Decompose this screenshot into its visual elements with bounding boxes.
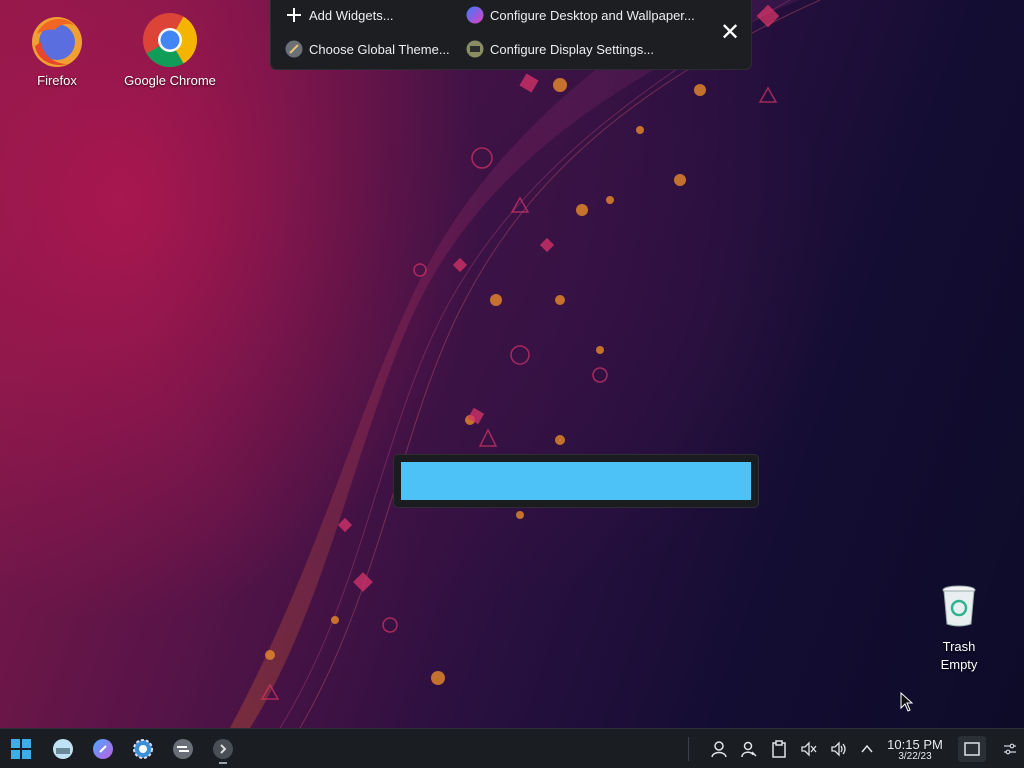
- clipboard-button[interactable]: [767, 737, 791, 761]
- clipboard-icon: [772, 740, 786, 758]
- digital-clock[interactable]: 10:15 PM 3/22/23: [884, 738, 946, 763]
- kde-connect-button[interactable]: [737, 737, 761, 761]
- system-settings-button[interactable]: [131, 737, 155, 761]
- google-chrome-label: Google Chrome: [124, 73, 216, 88]
- volume-button[interactable]: [827, 737, 851, 761]
- file-manager-button[interactable]: [51, 737, 75, 761]
- configure-desktop-button[interactable]: Configure Desktop and Wallpaper...: [466, 4, 695, 26]
- activities-button[interactable]: [171, 737, 195, 761]
- file-manager-icon: [53, 739, 73, 759]
- desktop-toolbox: Add Widgets... Configure Desktop and Wal…: [270, 0, 752, 70]
- firefox-desktop-icon[interactable]: Firefox: [2, 12, 112, 90]
- configure-display-label: Configure Display Settings...: [490, 41, 655, 57]
- terminal-button[interactable]: [211, 737, 235, 761]
- expand-tray-button[interactable]: [855, 737, 879, 761]
- user-switcher-button[interactable]: [707, 737, 731, 761]
- terminal-icon: [213, 739, 233, 759]
- runner-search-input[interactable]: [401, 462, 751, 500]
- trash-status: Empty: [940, 657, 978, 672]
- plus-icon: [285, 6, 303, 24]
- expand-tray-icon: [861, 744, 873, 753]
- show-desktop-icon: [964, 742, 980, 756]
- taskbar: 10:15 PM 3/22/23: [0, 728, 1024, 768]
- wallpaper-icon: [466, 6, 484, 24]
- mute-button[interactable]: [797, 737, 821, 761]
- start-menu-button[interactable]: [9, 737, 33, 761]
- discover-icon: [93, 739, 113, 759]
- configure-desktop-label: Configure Desktop and Wallpaper...: [490, 7, 695, 23]
- trash-desktop-icon[interactable]: Trash Empty: [904, 584, 1014, 674]
- firefox-icon: [29, 12, 85, 68]
- mute-icon: [801, 741, 817, 757]
- display-icon: [466, 40, 484, 58]
- clock-time: 10:15 PM: [887, 737, 943, 752]
- show-desktop-button[interactable]: [958, 736, 986, 762]
- trash-label: Trash: [942, 639, 976, 654]
- add-widgets-label: Add Widgets...: [309, 7, 394, 23]
- google-chrome-icon: [142, 12, 198, 68]
- discover-button[interactable]: [91, 737, 115, 761]
- choose-global-theme-button[interactable]: Choose Global Theme...: [285, 38, 450, 60]
- mouse-cursor-icon: [900, 692, 914, 712]
- users-icon: [741, 741, 757, 758]
- configure-display-button[interactable]: Configure Display Settings...: [466, 38, 654, 60]
- chrome-desktop-icon[interactable]: Google Chrome: [115, 12, 225, 90]
- user-icon: [711, 741, 727, 758]
- panel-settings-icon: [1004, 743, 1016, 755]
- start-menu-icon: [11, 739, 31, 759]
- tray-divider: [688, 737, 689, 761]
- close-icon[interactable]: ✕: [716, 18, 744, 46]
- trash-icon: [939, 584, 979, 628]
- system-settings-icon: [133, 739, 153, 759]
- volume-icon: [831, 741, 846, 757]
- active-task-indicator: [219, 762, 227, 764]
- activities-icon: [173, 739, 193, 759]
- add-widgets-button[interactable]: Add Widgets...: [285, 4, 394, 26]
- firefox-label: Firefox: [37, 73, 77, 88]
- clock-date: 3/22/23: [898, 751, 932, 762]
- theme-brush-icon: [285, 40, 303, 58]
- choose-global-theme-label: Choose Global Theme...: [309, 41, 450, 57]
- panel-settings-button[interactable]: [998, 737, 1022, 761]
- wallpaper-art: [230, 0, 821, 728]
